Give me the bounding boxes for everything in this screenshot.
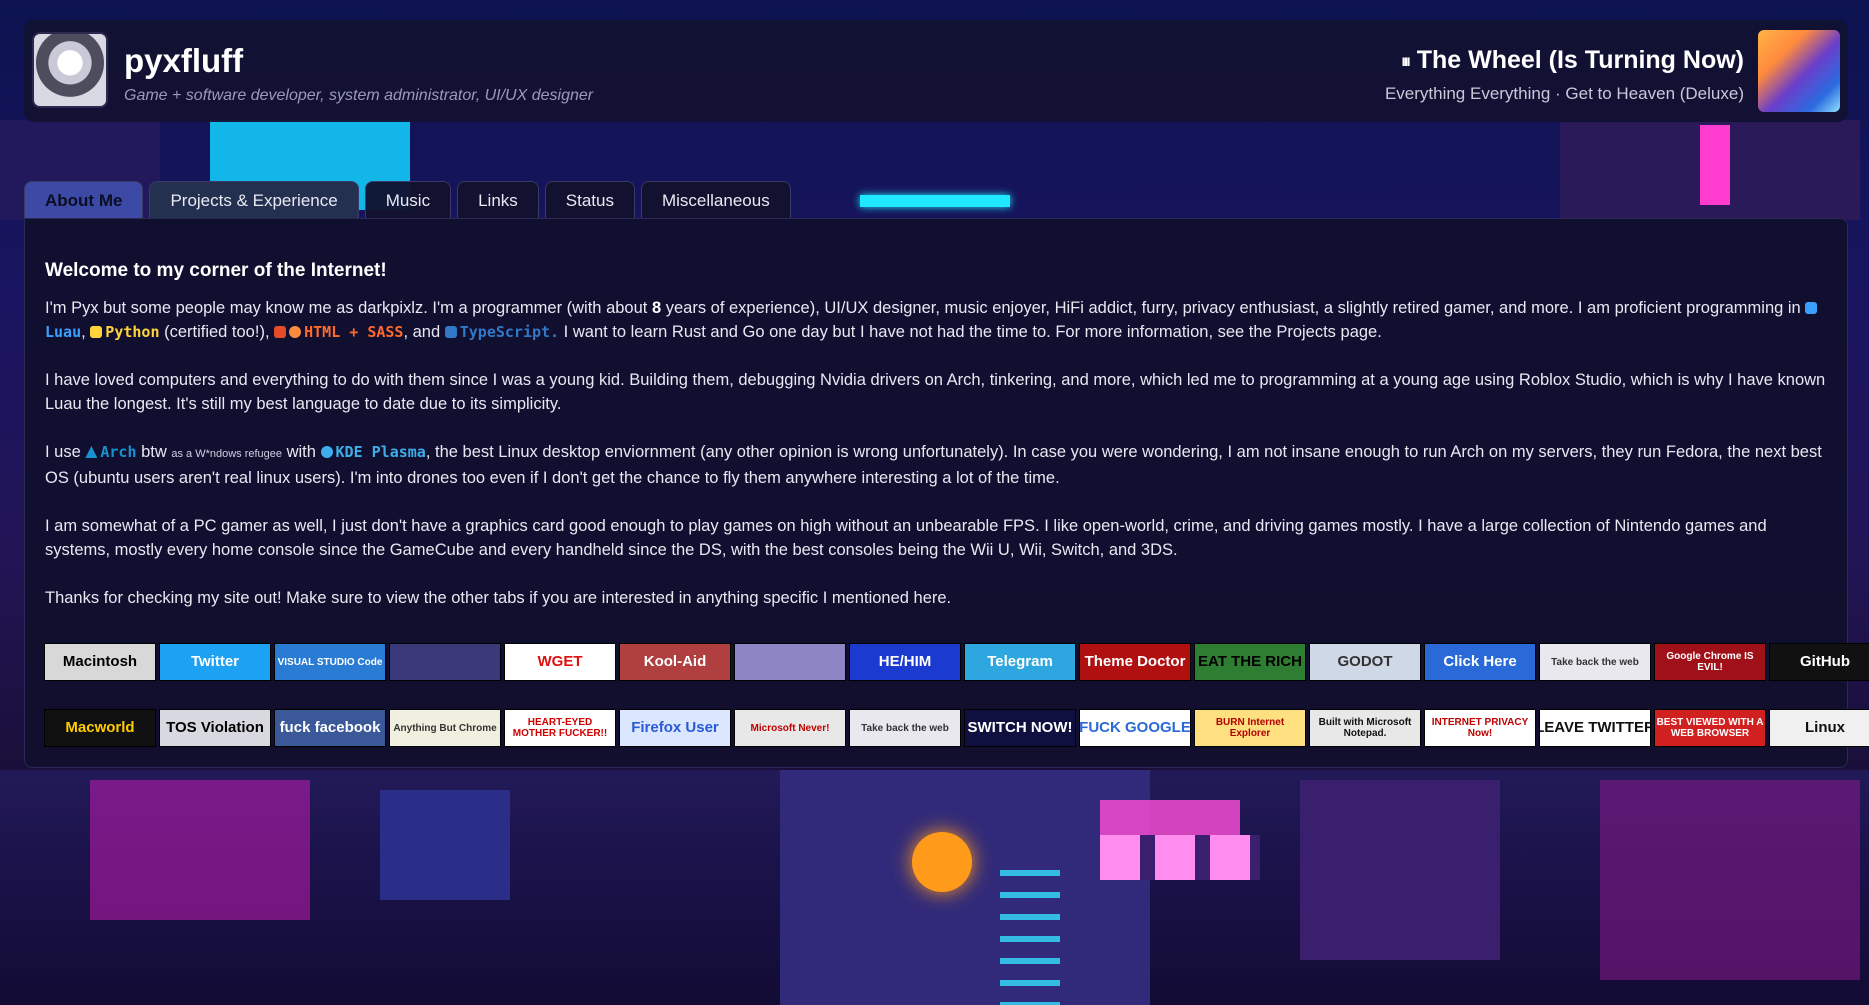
- tab-about-me[interactable]: About Me: [24, 181, 144, 219]
- badge-button[interactable]: HEART-EYED MOTHER FUCKER!!: [504, 709, 616, 747]
- avatar[interactable]: [32, 32, 108, 108]
- tab-projects[interactable]: Projects & Experience: [149, 181, 359, 219]
- luau-label: Luau: [45, 323, 82, 341]
- badge-button[interactable]: EAT THE RICH: [1194, 643, 1306, 681]
- badge-button[interactable]: fuck facebook: [274, 709, 386, 747]
- years-count: 8: [651, 299, 662, 317]
- badge-button[interactable]: GODOT: [1309, 643, 1421, 681]
- badge-button[interactable]: Take back the web: [1539, 643, 1651, 681]
- now-playing-track: The Wheel (Is Turning Now): [1416, 46, 1744, 74]
- album-art-image[interactable]: [1758, 30, 1840, 112]
- about-paragraph-4: I am somewhat of a PC gamer as well, I j…: [45, 517, 1767, 559]
- sass-icon: [289, 326, 302, 338]
- tab-bar: About Me Projects & Experience Music Lin…: [24, 181, 791, 219]
- typescript-label: TypeScript.: [459, 323, 560, 341]
- about-content: Welcome to my corner of the Internet! I'…: [45, 259, 1831, 634]
- badge-button[interactable]: Take back the web: [849, 709, 961, 747]
- badge-button[interactable]: Linux: [1769, 709, 1869, 747]
- site-header: pyxfluff Game + software developer, syst…: [24, 20, 1848, 122]
- kde-icon: [320, 446, 333, 458]
- arch-label: Arch: [100, 443, 137, 461]
- about-paragraph-2: I have loved computers and everything to…: [45, 371, 1826, 413]
- arch-icon: [85, 446, 98, 458]
- kde-plasma-label: KDE Plasma: [335, 443, 426, 461]
- badge-button[interactable]: Theme Doctor: [1079, 643, 1191, 681]
- badge-button[interactable]: BEST VIEWED WITH A WEB BROWSER: [1654, 709, 1766, 747]
- badge-button[interactable]: GitHub: [1769, 643, 1869, 681]
- now-playing-artist-album: Everything Everything · Get to Heaven (D…: [1384, 84, 1744, 103]
- html-icon: [274, 326, 287, 338]
- badge-button[interactable]: Built with Microsoft Notepad.: [1309, 709, 1421, 747]
- badge-button[interactable]: Twitter: [159, 643, 271, 681]
- badge-button[interactable]: SWITCH NOW!: [964, 709, 1076, 747]
- tab-links[interactable]: Links: [457, 181, 539, 219]
- badge-button[interactable]: Macintosh: [44, 643, 156, 681]
- about-heading: Welcome to my corner of the Internet!: [45, 260, 387, 281]
- badge-button[interactable]: Anything But Chrome: [389, 709, 501, 747]
- tab-music[interactable]: Music: [364, 181, 452, 219]
- badge-button[interactable]: HE/HIM: [849, 643, 961, 681]
- badge-button[interactable]: VISUAL STUDIO Code: [274, 643, 386, 681]
- badge-button[interactable]: Kool-Aid: [619, 643, 731, 681]
- badge-button[interactable]: Firefox User: [619, 709, 731, 747]
- badge-button[interactable]: LEAVE TWITTER: [1539, 709, 1651, 747]
- luau-icon: [1805, 302, 1818, 314]
- badge-button[interactable]: Telegram: [964, 643, 1076, 681]
- now-playing-title[interactable]: ııı The Wheel (Is Turning Now): [1401, 46, 1744, 75]
- tab-status[interactable]: Status: [544, 181, 635, 219]
- about-panel: Welcome to my corner of the Internet! I'…: [24, 218, 1869, 768]
- about-paragraph-1: I'm Pyx but some people may know me as d…: [45, 296, 1831, 344]
- badge-button[interactable]: TOS Violation: [159, 709, 271, 747]
- python-label: Python: [105, 323, 160, 341]
- windows-refugee-note: as a W*ndows refugee: [171, 448, 283, 460]
- badge-button[interactable]: Macworld: [44, 709, 156, 747]
- typescript-icon: [444, 326, 457, 338]
- badge-button[interactable]: FUCK GOOGLE: [1079, 709, 1191, 747]
- badge-button[interactable]: INTERNET PRIVACY Now!: [1424, 709, 1536, 747]
- badge-button[interactable]: Google Chrome IS EVIL!: [1654, 643, 1766, 681]
- badge-button[interactable]: Click Here: [1424, 643, 1536, 681]
- badge-button[interactable]: Microsoft Never!: [734, 709, 846, 747]
- badge-button[interactable]: WGET: [504, 643, 616, 681]
- badge-button[interactable]: BURN Internet Explorer: [1194, 709, 1306, 747]
- badge-row-2: Macworld TOS Violation fuck facebook Anythi…: [44, 709, 1869, 747]
- tab-miscellaneous[interactable]: Miscellaneous: [640, 181, 791, 219]
- about-paragraph-5: Thanks for checking my site out! Make su…: [45, 589, 952, 607]
- site-title: pyxfluff: [124, 42, 244, 79]
- equalizer-icon: ııı: [1401, 53, 1410, 70]
- badge-button[interactable]: [389, 643, 501, 681]
- html-sass-label: HTML + SASS: [304, 323, 404, 341]
- site-subtitle: Game + software developer, system admini…: [124, 87, 594, 104]
- about-paragraph-3: I use Arch btw as a W*ndows refugee with…: [45, 443, 1822, 487]
- badge-button[interactable]: [734, 643, 846, 681]
- python-icon: [90, 326, 103, 338]
- badge-row-1: Macintosh Twitter VISUAL STUDIO Code WGET Ko…: [44, 643, 1869, 681]
